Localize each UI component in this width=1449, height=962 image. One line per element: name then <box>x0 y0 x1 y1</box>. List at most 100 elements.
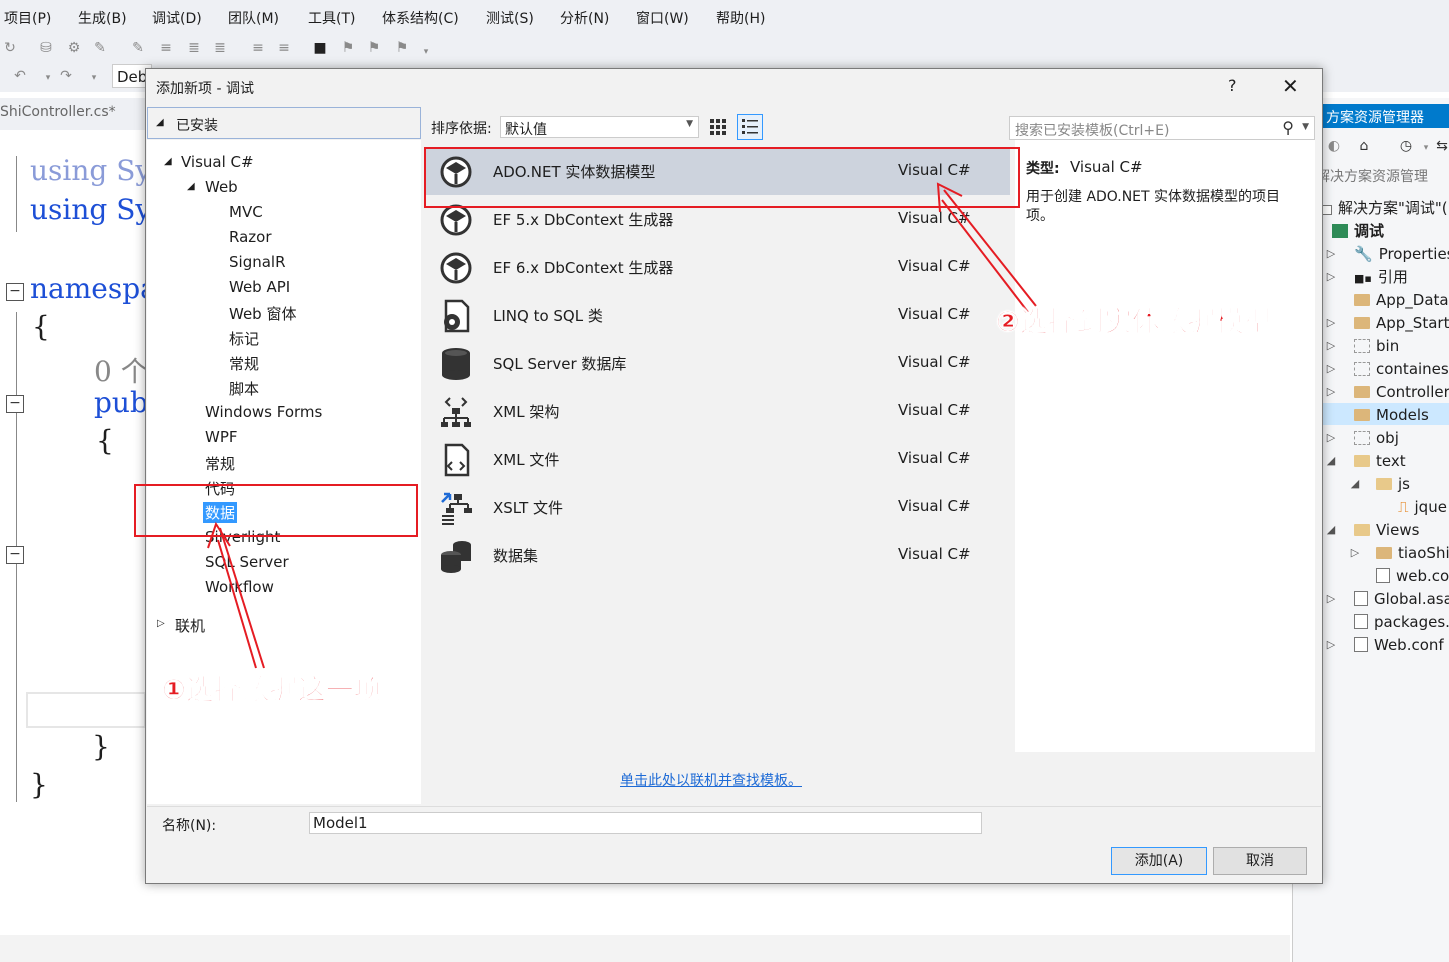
tree-views[interactable]: Views <box>1354 519 1419 541</box>
template-search-input[interactable]: 搜索已安装模板(Ctrl+E) ⚲ ▼ <box>1009 116 1315 140</box>
refresh-icon[interactable]: ↻ <box>2 40 18 56</box>
list-view-button[interactable] <box>737 114 763 140</box>
expand-icon[interactable]: ▷ <box>1324 431 1338 444</box>
comment-icon[interactable]: ≡ <box>250 40 266 56</box>
tree-web-config[interactable]: Web.conf <box>1354 634 1444 656</box>
category-markup[interactable]: 标记 <box>229 328 259 349</box>
outdent-icon[interactable]: ≣ <box>212 40 228 56</box>
align-icon[interactable]: ≡ <box>158 40 174 56</box>
category-script[interactable]: 脚本 <box>229 378 259 399</box>
category-windows-forms[interactable]: Windows Forms <box>205 403 322 421</box>
tree-obj[interactable]: obj <box>1354 427 1399 449</box>
collapse-icon[interactable]: ◢ <box>1324 454 1338 467</box>
expand-icon[interactable]: ▷ <box>1324 385 1338 398</box>
template-item-dataset[interactable]: 数据集 Visual C# <box>426 531 1010 579</box>
sync-icon[interactable]: ⇆ <box>1434 138 1449 154</box>
tree-tiaoshi[interactable]: tiaoShi <box>1376 542 1449 564</box>
menu-window[interactable]: 窗口(W) <box>636 8 689 28</box>
tree-app-data[interactable]: App_Data <box>1354 289 1449 311</box>
name-input[interactable]: Model1 <box>309 812 982 834</box>
tree-js[interactable]: js <box>1376 473 1410 495</box>
expand-icon[interactable]: ▷ <box>1324 270 1338 283</box>
tree-properties[interactable]: 🔧 Properties <box>1354 243 1449 265</box>
installed-header[interactable]: ◢ 已安装 <box>147 107 421 139</box>
clear-bookmark-icon[interactable]: ⚑ <box>394 40 410 56</box>
tree-solution[interactable]: 解决方案"调试"(1 <box>1322 197 1449 219</box>
template-item-ef6[interactable]: EF 6.x DbContext 生成器 Visual C# <box>426 243 1010 291</box>
menu-help[interactable]: 帮助(H) <box>716 8 765 28</box>
solution-explorer-search[interactable]: 解决方案资源管理 <box>1316 166 1449 188</box>
fold-method-icon[interactable]: − <box>6 546 24 564</box>
menu-test[interactable]: 测试(S) <box>486 8 534 28</box>
menu-architecture[interactable]: 体系结构(C) <box>382 8 459 28</box>
template-item-linq-to-sql[interactable]: LINQ to SQL 类 Visual C# <box>426 291 1010 339</box>
category-web-api[interactable]: Web API <box>229 278 290 296</box>
category-general[interactable]: 常规 <box>205 453 235 474</box>
category-online[interactable]: 联机 <box>175 615 205 636</box>
menu-debug[interactable]: 调试(D) <box>152 8 202 28</box>
find-templates-online-link[interactable]: 单击此处以联机并查找模板。 <box>620 770 802 790</box>
menu-tools[interactable]: 工具(T) <box>308 8 355 28</box>
tree-project[interactable]: 调试 <box>1332 220 1384 242</box>
tree-models[interactable]: Models <box>1354 404 1429 426</box>
category-mvc[interactable]: MVC <box>229 203 263 221</box>
fold-namespace-icon[interactable]: − <box>6 283 24 301</box>
prev-bookmark-icon[interactable]: ⚑ <box>340 40 356 56</box>
close-button[interactable]: ✕ <box>1282 74 1299 98</box>
wrench-icon[interactable]: ✎ <box>92 40 108 56</box>
category-sql-server[interactable]: SQL Server <box>205 553 289 571</box>
category-visual-csharp[interactable]: Visual C# <box>181 153 254 171</box>
collapse-icon[interactable]: ◢ <box>187 181 195 192</box>
category-wpf[interactable]: WPF <box>205 428 238 446</box>
tree-controllers[interactable]: Controllers <box>1354 381 1449 403</box>
bookmark-icon[interactable]: ■ <box>312 40 328 56</box>
sort-dropdown[interactable]: 默认值 ▼ <box>500 116 699 138</box>
history-icon[interactable]: ◷ <box>1398 138 1414 154</box>
indent-icon[interactable]: ≣ <box>186 40 202 56</box>
template-item-xml-schema[interactable]: XML 架构 Visual C# <box>426 387 1010 435</box>
fold-class-icon[interactable]: − <box>6 395 24 413</box>
database-icon[interactable]: ⛁ <box>38 40 54 56</box>
toolbar-dropdown-icon[interactable]: ▾ <box>418 44 434 60</box>
tree-containes[interactable]: containes <box>1354 358 1449 380</box>
expand-icon[interactable]: ▷ <box>157 618 165 629</box>
category-signalr[interactable]: SignalR <box>229 253 286 271</box>
expand-icon[interactable]: ▷ <box>1324 638 1338 651</box>
tree-app-start[interactable]: App_Start <box>1354 312 1449 334</box>
redo-dropdown-icon[interactable]: ▾ <box>86 70 102 86</box>
medium-icons-view-button[interactable] <box>709 118 727 136</box>
tree-jquery[interactable]: ⎍ jque <box>1398 496 1447 518</box>
category-razor[interactable]: Razor <box>229 228 272 246</box>
collapse-icon[interactable]: ◢ <box>164 156 172 167</box>
search-icon[interactable]: ⚲ <box>1282 118 1294 137</box>
back-icon[interactable]: ◐ <box>1326 138 1342 154</box>
menu-project[interactable]: 项目(P) <box>4 8 51 28</box>
tree-bin[interactable]: bin <box>1354 335 1399 357</box>
home-icon[interactable]: ⌂ <box>1356 138 1372 154</box>
tree-text[interactable]: text <box>1354 450 1406 472</box>
expand-icon[interactable]: ▷ <box>1324 247 1338 260</box>
next-bookmark-icon[interactable]: ⚑ <box>366 40 382 56</box>
chevron-down-icon[interactable]: ▼ <box>1302 122 1309 132</box>
undo-icon[interactable]: ↶ <box>12 68 28 84</box>
code-editor[interactable]: − − − <box>0 130 146 962</box>
expand-icon[interactable]: ▷ <box>1324 316 1338 329</box>
template-item-xslt-file[interactable]: XSLT 文件 Visual C# <box>426 483 1010 531</box>
collapse-icon[interactable]: ◢ <box>1324 523 1338 536</box>
help-button[interactable]: ? <box>1228 76 1237 95</box>
undo-dropdown-icon[interactable]: ▾ <box>40 70 56 86</box>
tree-references[interactable]: ■▪ 引用 <box>1354 266 1408 288</box>
settings-icon[interactable]: ⚙ <box>66 40 82 56</box>
document-tab[interactable]: ShiController.cs* <box>0 104 116 120</box>
category-web-forms[interactable]: Web 窗体 <box>229 303 296 324</box>
tree-global-asax[interactable]: Global.asa <box>1354 588 1449 610</box>
tree-web-config-views[interactable]: web.co <box>1376 565 1449 587</box>
redo-icon[interactable]: ↷ <box>58 68 74 84</box>
template-item-sql-server-db[interactable]: SQL Server 数据库 Visual C# <box>426 339 1010 387</box>
tool-icon[interactable]: ✎ <box>130 40 146 56</box>
expand-icon[interactable]: ▷ <box>1324 339 1338 352</box>
collapse-icon[interactable]: ◢ <box>1348 477 1362 490</box>
cancel-button[interactable]: 取消 <box>1213 847 1307 875</box>
tree-packages[interactable]: packages. <box>1354 611 1449 633</box>
category-web[interactable]: Web <box>205 178 238 196</box>
